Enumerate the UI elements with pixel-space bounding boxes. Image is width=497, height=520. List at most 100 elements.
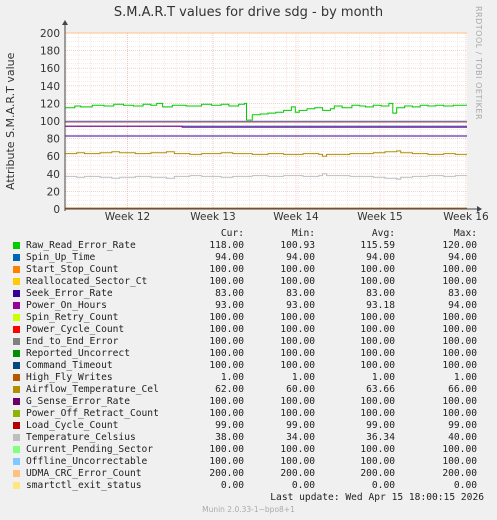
legend-avg-value: 100.00 [360,396,395,407]
y-tick-label: 180 [40,46,60,58]
legend-swatch [13,362,20,369]
x-tick-label: Week 15 [357,211,402,223]
legend-row: UDMA_CRC_Error_Count 200.00 200.00 200.00 20… [0,468,497,480]
legend-max-value: 200.00 [442,468,477,479]
legend-min-value: 93.00 [286,300,315,311]
legend-row: Load_Cycle_Count 99.00 99.00 99.00 99.00 [0,420,497,432]
legend-avg-value: 100.00 [360,336,395,347]
legend-row: Temperature_Celsius 38.00 34.00 36.34 40.00 [0,432,497,444]
legend-avg-value: 100.00 [360,312,395,323]
legend-row: Spin_Retry_Count 100.00 100.00 100.00 100.00 [0,312,497,324]
legend-cur-value: 100.00 [209,408,244,419]
legend-max-value: 40.00 [448,432,477,443]
legend-avg-value: 0.00 [371,480,395,491]
legend-row: End_to_End_Error 100.00 100.00 100.00 100.00 [0,336,497,348]
legend-min-value: 100.00 [280,396,315,407]
legend-min-value: 100.93 [280,240,315,251]
legend-max-value: 100.00 [442,312,477,323]
legend-series-name: Load_Cycle_Count [26,420,119,431]
legend-cur-value: 100.00 [209,264,244,275]
legend-max-value: 100.00 [442,456,477,467]
legend-cur-value: 93.00 [215,300,244,311]
legend-row: Reallocated_Sector_Ct 100.00 100.00 100.00 1… [0,276,497,288]
y-tick-label: 0 [53,204,60,216]
legend-series-name: Power_Off_Retract_Count [26,408,159,419]
legend-series-name: Start_Stop_Count [26,264,119,275]
legend-swatch [13,314,20,321]
x-tick-label: Week 14 [273,211,319,223]
legend-swatch [13,410,20,417]
legend-swatch [13,374,20,381]
legend-swatch [13,338,20,345]
legend-series-name: Seek_Error_Rate [26,288,113,299]
legend-min-value: 100.00 [280,276,315,287]
legend-min-value: 34.00 [286,432,315,443]
legend-series-name: Spin_Up_Time [26,252,96,263]
legend-header-max: Max: [453,228,477,239]
legend-max-value: 0.00 [453,480,477,491]
legend-avg-value: 83.00 [366,288,395,299]
legend-swatch [13,446,20,453]
legend-avg-value: 200.00 [360,468,395,479]
legend-cur-value: 100.00 [209,444,244,455]
legend-max-value: 83.00 [448,288,477,299]
chart-plot: 0 20 40 60 80 100 120 140 160 180 200 Week 12 Week 1… [40,20,489,223]
legend-swatch [13,278,20,285]
legend-min-value: 100.00 [280,312,315,323]
legend-series-name: Reported_Uncorrect [26,348,130,359]
legend-swatch [13,266,20,273]
legend-avg-value: 93.18 [366,300,395,311]
legend-cur-value: 100.00 [209,360,244,371]
legend-min-value: 94.00 [286,252,315,263]
legend-series-name: Command_Timeout [26,360,113,371]
legend-row: smartctl_exit_status 0.00 0.00 0.00 0.00 [0,480,497,492]
legend-header-avg: Avg: [371,228,395,239]
legend-row: Current_Pending_Sector 100.00 100.00 100.00… [0,444,497,456]
legend-swatch [13,458,20,465]
y-tick-label: 20 [47,186,60,198]
legend-swatch [13,302,20,309]
legend-swatch [13,470,20,477]
legend-avg-value: 63.66 [366,384,395,395]
legend-max-value: 100.00 [442,324,477,335]
legend-min-value: 100.00 [280,456,315,467]
legend-max-value: 100.00 [442,360,477,371]
legend-row: G_Sense_Error_Rate 100.00 100.00 100.00 100.… [0,396,497,408]
legend-min-value: 1.00 [291,372,315,383]
legend-row: Seek_Error_Rate 83.00 83.00 83.00 83.00 [0,288,497,300]
legend-min-value: 200.00 [280,468,315,479]
legend-swatch [13,434,20,441]
legend-series-name: Power_On_Hours [26,300,107,311]
legend-max-value: 100.00 [442,408,477,419]
legend-cur-value: 100.00 [209,336,244,347]
legend-series-name: Spin_Retry_Count [26,312,119,323]
legend-series-name: Power_Cycle_Count [26,324,125,335]
legend-swatch [13,386,20,393]
legend-cur-value: 1.00 [220,372,244,383]
legend-avg-value: 100.00 [360,264,395,275]
legend-cur-value: 100.00 [209,396,244,407]
legend-header: Cur: Min: Avg: Max: [0,228,497,240]
legend-row: Power_Off_Retract_Count 100.00 100.00 100.0… [0,408,497,420]
y-tick-label: 200 [40,28,60,40]
legend-avg-value: 100.00 [360,324,395,335]
y-tick-label: 100 [40,116,60,128]
legend-avg-value: 99.00 [366,420,395,431]
legend-avg-value: 100.00 [360,276,395,287]
legend-max-value: 1.00 [453,372,477,383]
legend-row: Offline_Uncorrectable 100.00 100.00 100.00 1… [0,456,497,468]
legend-series-name: Airflow_Temperature_Cel [26,384,159,395]
legend-row: Airflow_Temperature_Cel 62.00 60.00 63.66 66… [0,384,497,396]
legend-max-value: 66.00 [448,384,477,395]
legend-swatch [13,350,20,357]
legend-series-name: End_to_End_Error [26,336,119,347]
legend-row: High_Fly_Writes 1.00 1.00 1.00 1.00 [0,372,497,384]
legend-series-name: UDMA_CRC_Error_Count [26,468,142,479]
legend-cur-value: 100.00 [209,324,244,335]
legend-swatch [13,290,20,297]
legend-series-name: smartctl_exit_status [26,480,142,491]
legend-max-value: 120.00 [442,240,477,251]
legend-header-cur: Cur: [220,228,244,239]
legend-swatch [13,422,20,429]
legend-swatch [13,254,20,261]
